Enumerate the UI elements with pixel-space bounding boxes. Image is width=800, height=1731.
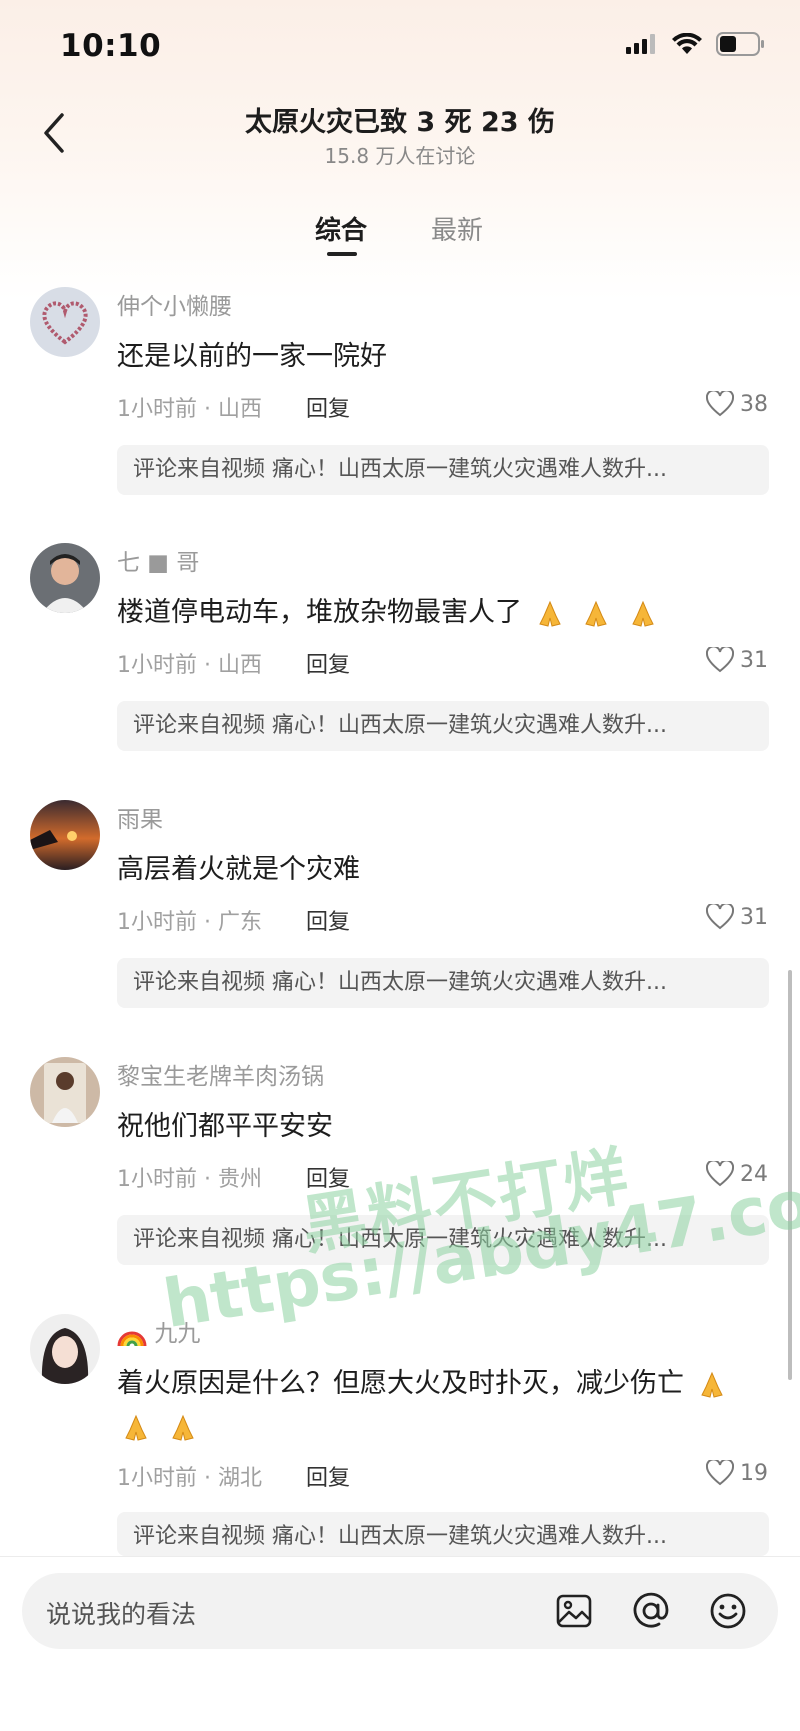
source-video-link[interactable]: 评论来自视频 痛心！山西太原一建筑火灾遇难人数升... bbox=[117, 1512, 769, 1556]
comment-text: 楼道停电动车，堆放杂物最害人了 bbox=[117, 597, 522, 628]
like-count: 19 bbox=[740, 1460, 768, 1486]
comment-item: 雨果 高层着火就是个灾难 1小时前 · 广东 回复 31 评论来自视频 痛心！山… bbox=[0, 800, 800, 1020]
status-time: 10:10 bbox=[60, 28, 162, 64]
avatar[interactable] bbox=[30, 543, 100, 613]
source-video-link[interactable]: 评论来自视频 痛心！山西太原一建筑火灾遇难人数升... bbox=[117, 958, 769, 1008]
heart-icon bbox=[706, 1460, 734, 1486]
avatar[interactable] bbox=[30, 800, 100, 870]
avatar[interactable] bbox=[30, 1057, 100, 1127]
comment-text: 着火原因是什么？但愿大火及时扑灭，减少伤亡 bbox=[117, 1368, 684, 1399]
comment-meta: 1小时前 · 贵州 bbox=[117, 1167, 262, 1192]
tab-comprehensive[interactable]: 综合 bbox=[315, 210, 367, 247]
comment-username[interactable]: 黎宝生老牌羊肉汤锅 bbox=[117, 1057, 324, 1091]
reply-button[interactable]: 回复 bbox=[306, 647, 350, 679]
folded-hands-icon bbox=[627, 598, 659, 630]
heart-icon bbox=[706, 391, 734, 417]
comment-username[interactable]: 伸个小懒腰 bbox=[117, 287, 232, 321]
comment-username[interactable]: 雨果 bbox=[117, 800, 163, 834]
rainbow-icon bbox=[117, 1331, 147, 1346]
avatar-girl-image bbox=[30, 1314, 100, 1384]
heart-icon bbox=[706, 647, 734, 673]
folded-hands-icon bbox=[534, 598, 566, 630]
comment-input[interactable]: 说说我的看法 bbox=[22, 1573, 778, 1649]
avatar-heart-image bbox=[30, 287, 100, 357]
like-count: 38 bbox=[740, 391, 768, 417]
comment-input-placeholder: 说说我的看法 bbox=[46, 1600, 197, 1629]
folded-hands-icon bbox=[580, 598, 612, 630]
comment-text: 还是以前的一家一院好 bbox=[117, 341, 387, 372]
comment-meta: 1小时前 · 山西 bbox=[117, 397, 262, 422]
emoji-button[interactable] bbox=[708, 1591, 748, 1631]
battery-icon bbox=[716, 32, 764, 56]
comment-meta: 1小时前 · 山西 bbox=[117, 653, 262, 678]
comment-text-row: 楼道停电动车，堆放杂物最害人了 bbox=[117, 591, 767, 634]
comment-item: 伸个小懒腰 还是以前的一家一院好 1小时前 · 山西 回复 38 评论来自视频 … bbox=[0, 287, 800, 507]
tab-latest[interactable]: 最新 bbox=[431, 210, 483, 247]
reply-button[interactable]: 回复 bbox=[306, 391, 350, 423]
smiley-icon bbox=[710, 1593, 746, 1629]
avatar-woman-image bbox=[30, 1057, 100, 1127]
comment-meta: 1小时前 · 广东 bbox=[117, 910, 262, 935]
cellular-signal-icon bbox=[626, 34, 655, 54]
at-icon bbox=[633, 1592, 669, 1628]
folded-hands-icon bbox=[167, 1412, 199, 1444]
avatar[interactable] bbox=[30, 1314, 100, 1384]
comment-item: 九九 着火原因是什么？但愿大火及时扑灭，减少伤亡 1小时前 · 湖北 回复 19… bbox=[0, 1314, 800, 1559]
tab-bar: 综合 最新 bbox=[0, 200, 800, 260]
like-button[interactable]: 38 bbox=[706, 391, 768, 417]
mention-button[interactable] bbox=[631, 1591, 671, 1631]
avatar-sunset-image bbox=[30, 800, 100, 870]
comment-text: 祝他们都平平安安 bbox=[117, 1111, 333, 1142]
reply-button[interactable]: 回复 bbox=[306, 1460, 350, 1492]
image-icon bbox=[556, 1594, 592, 1628]
source-video-link[interactable]: 评论来自视频 痛心！山西太原一建筑火灾遇难人数升... bbox=[117, 445, 769, 495]
active-tab-indicator bbox=[327, 252, 357, 256]
comment-meta: 1小时前 · 湖北 bbox=[117, 1466, 262, 1491]
page-title: 太原火灾已致 3 死 23 伤 bbox=[245, 107, 555, 138]
topic-header: 太原火灾已致 3 死 23 伤 15.8 万人在讨论 bbox=[0, 90, 800, 180]
like-count: 31 bbox=[740, 647, 768, 673]
folded-hands-icon bbox=[696, 1369, 728, 1401]
wifi-icon bbox=[672, 33, 702, 54]
like-button[interactable]: 19 bbox=[706, 1460, 768, 1486]
discussion-count: 15.8 万人在讨论 bbox=[324, 144, 476, 168]
insert-image-button[interactable] bbox=[554, 1591, 594, 1631]
like-button[interactable]: 31 bbox=[706, 647, 768, 673]
comment-item: 七 ■ 哥 楼道停电动车，堆放杂物最害人了 1小时前 · 山西 回复 31 评论… bbox=[0, 543, 800, 763]
status-bar: 10:10 bbox=[0, 0, 800, 90]
avatar[interactable] bbox=[30, 287, 100, 357]
comment-text: 高层着火就是个灾难 bbox=[117, 854, 360, 885]
source-video-link[interactable]: 评论来自视频 痛心！山西太原一建筑火灾遇难人数升... bbox=[117, 701, 769, 751]
reply-button[interactable]: 回复 bbox=[306, 904, 350, 936]
like-button[interactable]: 31 bbox=[706, 904, 768, 930]
avatar-person-image bbox=[30, 543, 100, 613]
folded-hands-icon bbox=[120, 1412, 152, 1444]
status-icons bbox=[626, 32, 766, 56]
like-count: 31 bbox=[740, 904, 768, 930]
comment-text-row: 着火原因是什么？但愿大火及时扑灭，减少伤亡 bbox=[117, 1362, 767, 1448]
heart-icon bbox=[706, 904, 734, 930]
divider bbox=[0, 1556, 800, 1557]
comment-username[interactable]: 七 ■ 哥 bbox=[117, 543, 199, 577]
